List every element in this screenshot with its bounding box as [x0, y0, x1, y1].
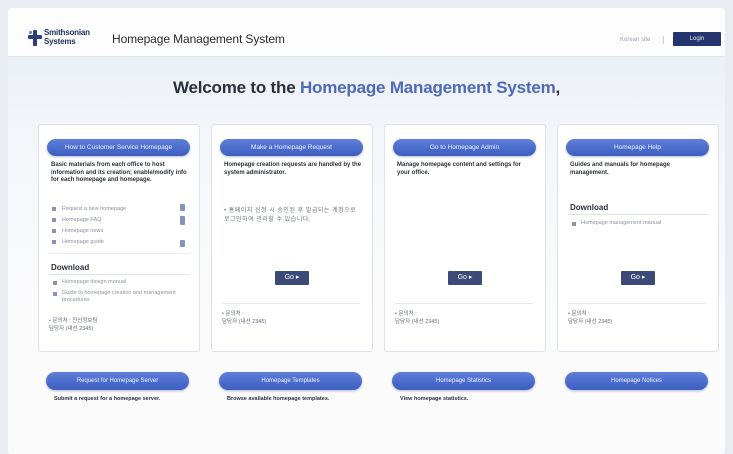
card-1-download-title: Download [51, 263, 90, 272]
divider [568, 214, 709, 215]
app-title: Homepage Management System [112, 32, 285, 46]
list-scrollbar[interactable] [180, 204, 185, 250]
scroll-up-icon [180, 204, 185, 211]
card-2-description: Homepage creation requests are handled b… [224, 162, 362, 176]
contact-line1: • 문의처 : [395, 311, 417, 317]
card-homepage-request: Make a Homepage Request Homepage creatio… [211, 124, 373, 352]
list-item[interactable]: Request a new homepage [52, 206, 126, 214]
card-3-go-button[interactable]: Go ▸ [448, 271, 482, 285]
contact-line1: • 문의처 : [222, 311, 244, 317]
bottom-card-notices: Homepage Notices [557, 366, 717, 446]
card-2-go-button[interactable]: Go ▸ [275, 271, 309, 285]
header: Smithsonian Systems Homepage Management … [8, 8, 725, 57]
bottom-3-description: View homepage statistics. [400, 396, 469, 402]
card-customer-service: How to Customer Service Homepage Basic m… [38, 124, 200, 352]
contact-line2: 담당자 (내선 2345) [395, 319, 440, 325]
list-item[interactable]: Homepage news [52, 228, 103, 236]
header-login-button[interactable]: Login [673, 32, 721, 46]
bottom-2-description: Browse available homepage templates. [227, 396, 330, 402]
scroll-down-icon [180, 240, 185, 247]
contact-line2: 담당자 (내선 2345) [49, 326, 94, 332]
contact-line2: 담당자 (내선 2345) [222, 319, 267, 325]
welcome-prefix: Welcome to the [172, 78, 300, 97]
download-icon [53, 292, 57, 296]
welcome-highlight: Homepage Management System [299, 78, 556, 97]
bottom-4-button[interactable]: Homepage Notices [565, 372, 708, 390]
list-item[interactable]: Homepage FAQ [52, 217, 101, 225]
header-link[interactable]: Korean site [620, 37, 650, 43]
header-separator [663, 36, 664, 44]
app-frame: Smithsonian Systems Homepage Management … [8, 8, 725, 454]
card-3-title-button[interactable]: Go to Homepage Admin [393, 139, 536, 156]
logo-text-line1: Smithsonian [44, 28, 90, 37]
list-item[interactable]: Homepage guide [52, 239, 104, 247]
contact-line1: • 문의처 : [568, 311, 590, 317]
card-4-download-title: Download [570, 203, 609, 212]
card-4-title-button[interactable]: Homepage Help [566, 139, 709, 156]
logo[interactable]: Smithsonian Systems [28, 27, 100, 49]
card-homepage-admin: Go to Homepage Admin Manage homepage con… [384, 124, 546, 352]
card-1-description: Basic materials from each office to host… [51, 162, 187, 183]
card-2-title-button[interactable]: Make a Homepage Request [220, 139, 363, 156]
download-link[interactable]: Homepage management manual [572, 220, 702, 227]
logo-mark-icon [28, 30, 42, 46]
bottom-card-server-request: Request for Homepage Server Submit a req… [38, 366, 198, 446]
bottom-2-button[interactable]: Homepage Templates [219, 372, 362, 390]
card-2-contact: • 문의처 : 담당자 (내선 2345) [222, 303, 360, 326]
logo-text-line2: Systems [44, 37, 76, 46]
scroll-thumb [180, 216, 185, 225]
bottom-3-button[interactable]: Homepage Statistics [392, 372, 535, 390]
card-1-list: Request a new homepage Homepage FAQ Home… [48, 200, 190, 254]
welcome-heading: Welcome to the Homepage Management Syste… [8, 78, 725, 98]
card-3-description: Manage homepage content and settings for… [397, 162, 522, 176]
contact-line1: • 문의처 : 전산정보팀 [49, 318, 98, 324]
card-4-description: Guides and manuals for homepage manageme… [570, 162, 671, 176]
divider [49, 274, 190, 275]
card-homepage-help: Homepage Help Guides and manuals for hom… [557, 124, 719, 352]
download-link[interactable]: Guide to homepage creation and managemen… [53, 290, 183, 304]
bottom-card-templates: Homepage Templates Browse available home… [211, 366, 371, 446]
card-1-contact: • 문의처 : 전산정보팀 담당자 (내선 2345) [49, 311, 187, 333]
card-4-go-button[interactable]: Go ▸ [621, 271, 655, 285]
download-link[interactable]: Homepage design manual [53, 279, 183, 286]
card-1-title-button[interactable]: How to Customer Service Homepage [47, 139, 190, 156]
welcome-suffix: , [555, 78, 561, 97]
card-4-contact: • 문의처 : 담당자 (내선 2345) [568, 303, 706, 326]
card-3-contact: • 문의처 : 담당자 (내선 2345) [395, 303, 533, 326]
download-icon [53, 281, 57, 285]
bottom-1-button[interactable]: Request for Homepage Server [46, 372, 189, 390]
card-2-note: • 홈페이지 신청 시 승인된 후 발급되는 계정으로 로그인하여 관리할 수 … [224, 208, 357, 223]
bottom-card-statistics: Homepage Statistics View homepage statis… [384, 366, 544, 446]
contact-line2: 담당자 (내선 2345) [568, 319, 613, 325]
bottom-1-description: Submit a request for a homepage server. [54, 396, 161, 402]
download-icon [572, 222, 576, 226]
